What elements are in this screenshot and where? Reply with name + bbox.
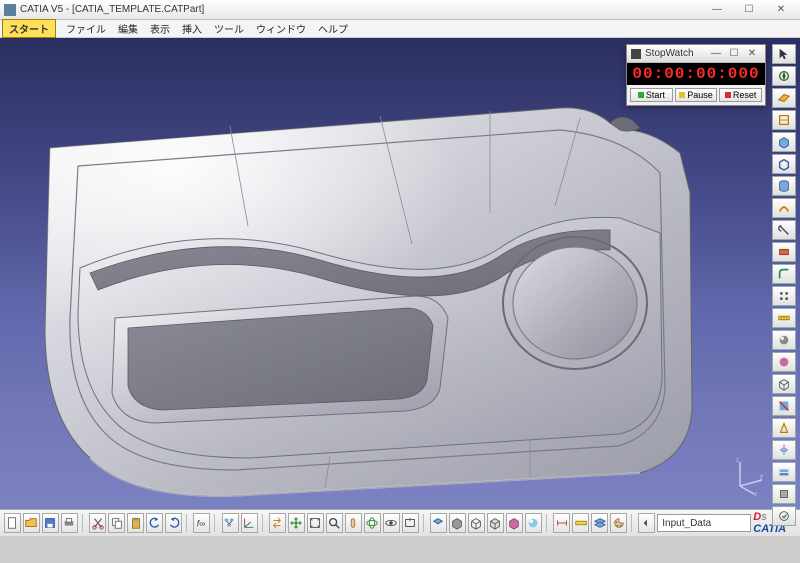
menu-window[interactable]: ウィンドウ xyxy=(250,21,312,36)
titlebar: CATIA V5 - [CATIA_TEMPLATE.CATPart] — ☐ … xyxy=(0,0,800,20)
svg-text:y: y xyxy=(760,474,763,480)
bottom-toolbar: f∞ DS CATIA xyxy=(0,509,800,536)
stopwatch-pause-label: Pause xyxy=(687,90,713,100)
paste-icon[interactable] xyxy=(127,513,144,533)
svg-text:z: z xyxy=(736,458,739,464)
stopwatch-display: 00:00:00:000 xyxy=(627,63,765,85)
stopwatch-start-label: Start xyxy=(646,90,665,100)
3d-viewport[interactable]: StopWatch — ☐ ✕ 00:00:00:000 Start Pause… xyxy=(0,38,800,536)
normal-view-icon[interactable] xyxy=(402,513,419,533)
tree-icon[interactable] xyxy=(222,513,239,533)
layer-icon[interactable] xyxy=(591,513,608,533)
measure-between-icon[interactable] xyxy=(553,513,570,533)
stopwatch-icon xyxy=(631,49,641,59)
toolbar-separator xyxy=(186,514,189,532)
shaded-view-icon[interactable] xyxy=(449,513,466,533)
stopwatch-reset-label: Reset xyxy=(733,90,757,100)
render-view-icon[interactable] xyxy=(525,513,542,533)
stopwatch-window[interactable]: StopWatch — ☐ ✕ 00:00:00:000 Start Pause… xyxy=(626,44,766,106)
app-icon xyxy=(4,4,16,16)
3d-model-door-panel xyxy=(20,78,740,508)
shell-tool-icon[interactable] xyxy=(772,154,796,174)
toolbar-separator xyxy=(631,514,634,532)
wireframe-view-icon[interactable] xyxy=(468,513,485,533)
svg-text:x: x xyxy=(754,492,757,496)
body-tool-icon[interactable] xyxy=(772,484,796,504)
right-toolbar xyxy=(772,44,798,526)
axis-triad-icon[interactable]: z y x xyxy=(730,456,766,496)
toolbar-separator xyxy=(82,514,85,532)
material-view-icon[interactable] xyxy=(506,513,523,533)
svg-text:f∞: f∞ xyxy=(197,519,206,529)
stopwatch-start-button[interactable]: Start xyxy=(630,88,673,102)
menu-file[interactable]: ファイル xyxy=(60,21,112,36)
hlr-view-icon[interactable] xyxy=(487,513,504,533)
look-at-icon[interactable] xyxy=(383,513,400,533)
palette-icon[interactable] xyxy=(610,513,627,533)
swap-icon[interactable] xyxy=(269,513,286,533)
menu-edit[interactable]: 編集 xyxy=(112,21,144,36)
stopwatch-close-button[interactable]: ✕ xyxy=(743,48,761,59)
label-chevron-icon[interactable] xyxy=(638,513,655,533)
iso-view-icon[interactable] xyxy=(430,513,447,533)
move-icon[interactable] xyxy=(288,513,305,533)
copy-icon[interactable] xyxy=(108,513,125,533)
wireframe-tool-icon[interactable] xyxy=(772,374,796,394)
new-file-icon[interactable] xyxy=(4,513,21,533)
measure-item-icon[interactable] xyxy=(572,513,589,533)
open-file-icon[interactable] xyxy=(23,513,40,533)
shade-tool-icon[interactable] xyxy=(772,330,796,350)
plane-tool-icon[interactable] xyxy=(772,88,796,108)
thickness-tool-icon[interactable] xyxy=(772,462,796,482)
material-tool-icon[interactable] xyxy=(772,352,796,372)
draft-tool-icon[interactable] xyxy=(772,418,796,438)
toolbar-separator xyxy=(546,514,549,532)
axis-icon[interactable] xyxy=(241,513,258,533)
start-menu-button[interactable]: スタート xyxy=(2,19,56,38)
menu-view[interactable]: 表示 xyxy=(144,21,176,36)
trim-tool-icon[interactable] xyxy=(772,220,796,240)
pad-tool-icon[interactable] xyxy=(772,132,796,152)
formula-icon[interactable]: f∞ xyxy=(193,513,210,533)
menubar: スタート ファイル 編集 表示 挿入 ツール ウィンドウ ヘルプ xyxy=(0,20,800,38)
sweep-tool-icon[interactable] xyxy=(772,198,796,218)
minimize-button[interactable]: — xyxy=(702,2,732,18)
cylinder-tool-icon[interactable] xyxy=(772,176,796,196)
menu-help[interactable]: ヘルプ xyxy=(312,21,354,36)
save-file-icon[interactable] xyxy=(42,513,59,533)
stopwatch-pause-button[interactable]: Pause xyxy=(675,88,718,102)
stopwatch-reset-button[interactable]: Reset xyxy=(719,88,762,102)
mirror-tool-icon[interactable] xyxy=(772,440,796,460)
stopwatch-title: StopWatch xyxy=(645,48,707,59)
cursor-tool-icon[interactable] xyxy=(772,44,796,64)
stopwatch-minimize-button[interactable]: — xyxy=(707,48,725,59)
cut-tool-icon[interactable] xyxy=(772,242,796,262)
stopwatch-maximize-button[interactable]: ☐ xyxy=(725,48,743,59)
toolbar-separator xyxy=(214,514,217,532)
toolbar-separator xyxy=(262,514,265,532)
compass-tool-icon[interactable] xyxy=(772,66,796,86)
close-button[interactable]: ✕ xyxy=(766,2,796,18)
menu-tools[interactable]: ツール xyxy=(208,21,250,36)
section-tool-icon[interactable] xyxy=(772,396,796,416)
menu-insert[interactable]: 挿入 xyxy=(176,21,208,36)
app-title: CATIA V5 - [CATIA_TEMPLATE.CATPart] xyxy=(20,4,700,15)
pan-icon[interactable] xyxy=(345,513,362,533)
zoom-icon[interactable] xyxy=(326,513,343,533)
undo-icon[interactable] xyxy=(146,513,163,533)
sketch-tool-icon[interactable] xyxy=(772,110,796,130)
fit-all-icon[interactable] xyxy=(307,513,324,533)
input-data-field[interactable] xyxy=(657,514,751,532)
stopwatch-titlebar[interactable]: StopWatch — ☐ ✕ xyxy=(627,45,765,63)
toggle-tool-icon[interactable] xyxy=(772,506,796,526)
toolbar-separator xyxy=(423,514,426,532)
maximize-button[interactable]: ☐ xyxy=(734,2,764,18)
measure-tool-icon[interactable] xyxy=(772,308,796,328)
rotate-icon[interactable] xyxy=(364,513,381,533)
cut-icon[interactable] xyxy=(89,513,106,533)
print-icon[interactable] xyxy=(61,513,78,533)
fillet-tool-icon[interactable] xyxy=(772,264,796,284)
redo-icon[interactable] xyxy=(165,513,182,533)
pattern-tool-icon[interactable] xyxy=(772,286,796,306)
